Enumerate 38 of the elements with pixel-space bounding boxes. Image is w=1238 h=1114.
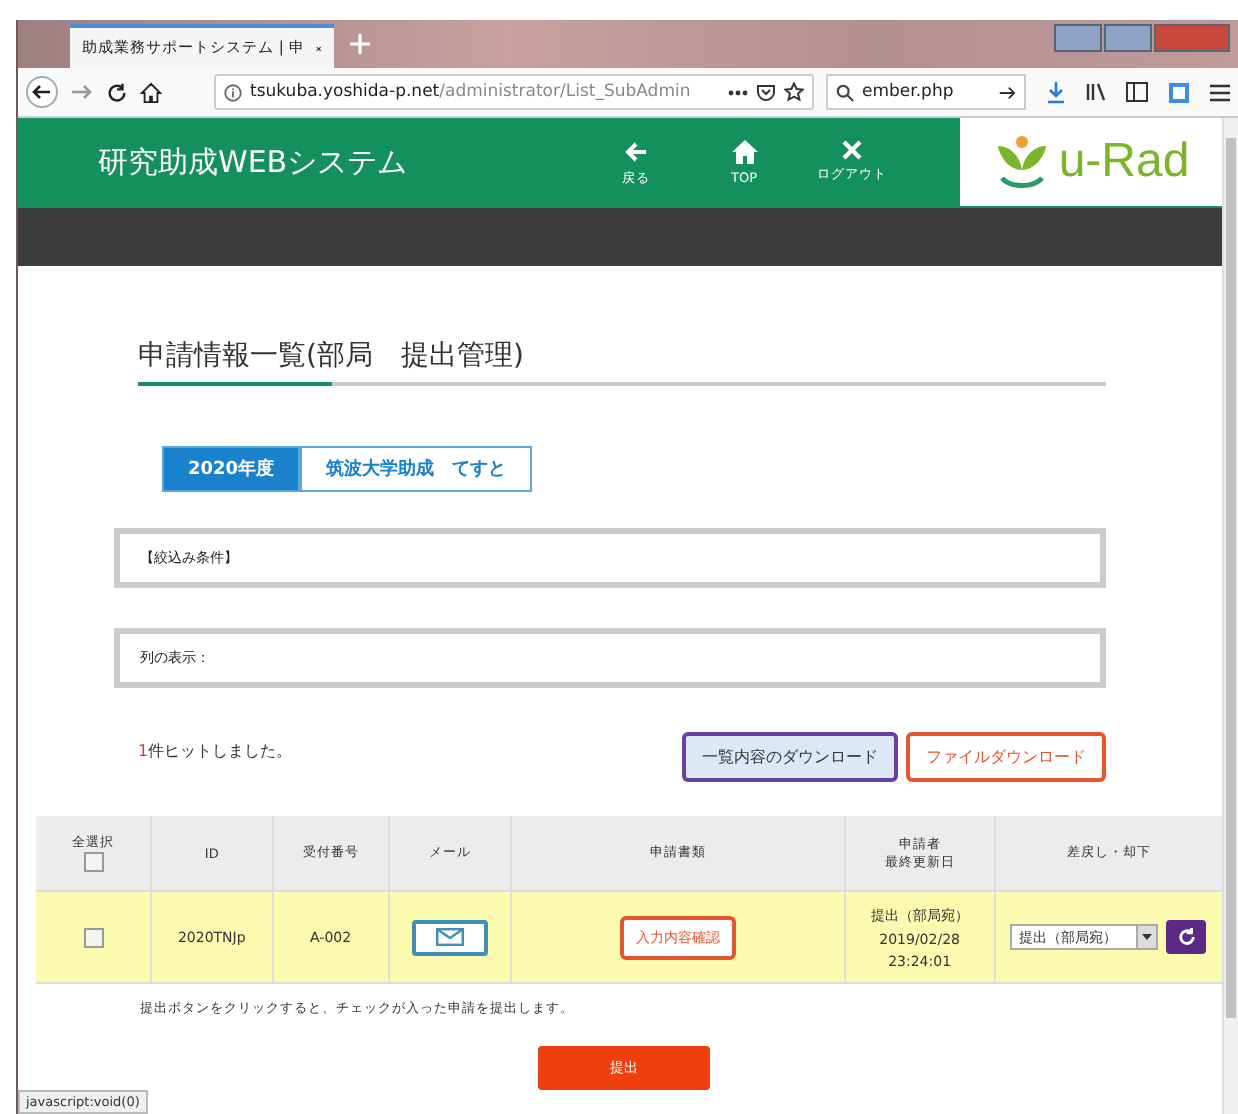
mail-button[interactable] [411,919,488,955]
reload-icon[interactable] [106,81,128,103]
download-button[interactable]: ファイルダウンロード [906,732,1106,782]
new-tab-icon[interactable] [350,34,370,54]
caret-icon [1142,934,1153,940]
home-icon [731,139,757,163]
arrow-icon[interactable] [998,83,1016,101]
info-icon [224,83,242,101]
envelope-icon [435,928,464,946]
sidebar-icon[interactable] [1126,82,1148,102]
address-bar[interactable]: tsukuba.yoshida-p.net/administrator/List_SubAdmin [214,74,814,110]
more-icon[interactable] [728,89,748,95]
search-icon [836,83,854,101]
download-button[interactable]: 一覧内容のダウンロード [682,732,898,782]
tab[interactable]: 2020年度 [162,446,301,492]
menu-icon[interactable] [1210,83,1230,101]
refresh-icon [1177,928,1196,946]
tab[interactable]: 筑波大学助成 てすと [300,446,533,492]
result-count: 1件ヒットしました。 [138,740,295,762]
refresh-button[interactable] [1166,920,1207,954]
home-icon[interactable] [140,81,162,103]
screenshot-icon[interactable] [1168,81,1190,103]
checkbox[interactable] [83,927,104,947]
library-icon[interactable] [1086,82,1106,102]
scrollbar[interactable] [1222,118,1238,1114]
star-icon[interactable] [784,82,804,102]
back-icon[interactable] [26,76,58,108]
back-arrow-icon [624,139,648,163]
site-title: 研究助成WEBシステム [98,144,410,182]
url-text: tsukuba.yoshida-p.net/administrator/List_SubAdmin [250,82,691,102]
close-icon [842,139,862,159]
search-field[interactable]: ember.php [826,74,1026,110]
checkbox[interactable] [83,852,104,872]
page-title: 申請情報一覧(部局 提出管理) [138,340,524,372]
download-icon[interactable] [1046,81,1066,103]
pocket-icon[interactable] [756,82,776,102]
logo: u-Rad [960,118,1222,206]
forward-icon[interactable] [70,80,94,104]
